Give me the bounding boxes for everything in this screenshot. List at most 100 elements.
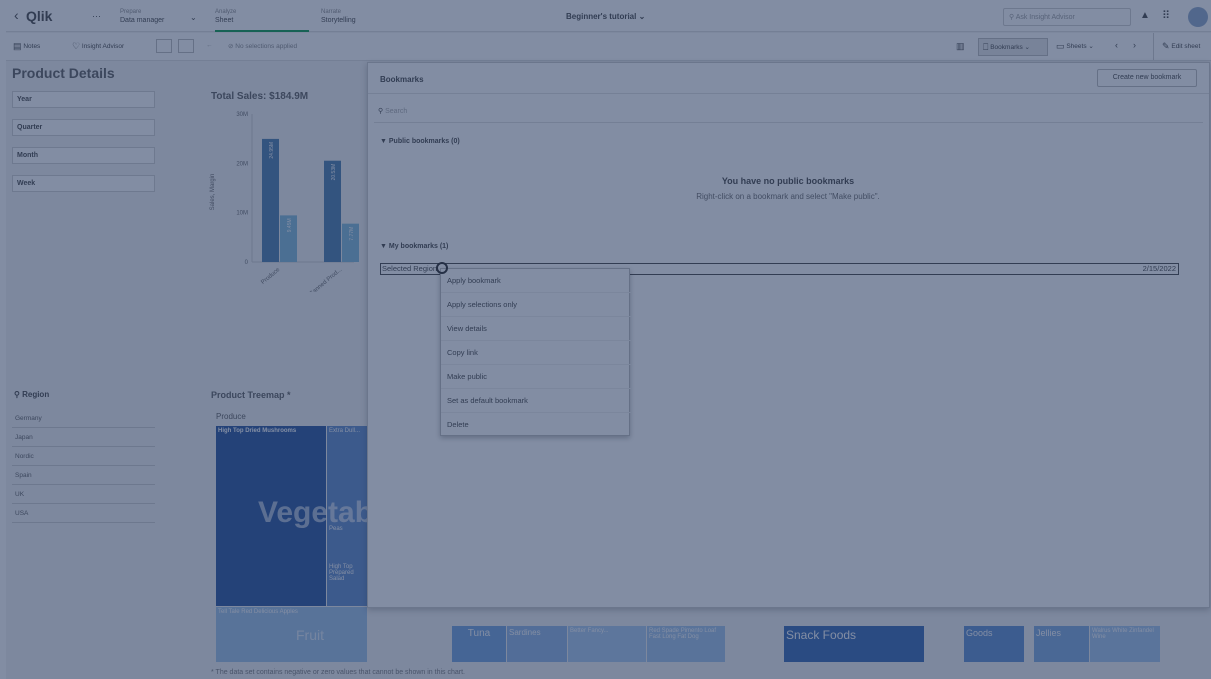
- insight-search-input[interactable]: ⚲ Ask Insight Advisor: [1003, 8, 1131, 26]
- filter-week[interactable]: Week: [12, 175, 155, 192]
- bookmark-name: Selected Region: [382, 264, 438, 273]
- bookmarks-label: Bookmarks: [990, 44, 1023, 52]
- empty-description: Right-click on a bookmark and select "Ma…: [696, 192, 880, 201]
- treemap-cell[interactable]: Tuna: [452, 626, 506, 662]
- back-icon[interactable]: ‹: [14, 7, 19, 23]
- search-icon: ⚲: [14, 390, 23, 399]
- y-tick-label: 30M: [236, 112, 248, 118]
- tab-analyze[interactable]: Analyze Sheet: [215, 8, 309, 32]
- qlik-app: ‹ Qlik ··· Prepare Data manager ⌄ Analyz…: [6, 2, 1211, 679]
- menu-item-make-public[interactable]: Make public: [441, 365, 631, 389]
- toolbar: ▤ Notes ♡ Insight Advisor ← ⊘ No selecti…: [6, 33, 1211, 61]
- more-icon[interactable]: ···: [92, 11, 101, 21]
- treemap-header: Produce: [216, 412, 246, 421]
- notifications-icon[interactable]: ▲: [1140, 10, 1150, 21]
- list-item[interactable]: UK: [12, 485, 155, 504]
- chevron-down-icon[interactable]: ⌄: [190, 13, 197, 22]
- menu-item-apply-selections-only[interactable]: Apply selections only: [441, 293, 631, 317]
- insight-advisor-label: Insight Advisor: [81, 43, 125, 51]
- caret-down-icon: ▼: [380, 138, 389, 145]
- treemap-cell[interactable]: Walrus White Zinfandel Wine: [1090, 626, 1160, 662]
- my-bookmarks-header[interactable]: ▼ My bookmarks (1): [380, 243, 448, 250]
- bookmarks-panel-title: Bookmarks: [380, 75, 424, 84]
- bookmark-search-input[interactable]: ⚲ Search: [374, 101, 1203, 123]
- search-placeholder: Ask Insight Advisor: [1015, 14, 1075, 21]
- chart-footnote: * The data set contains negative or zero…: [211, 669, 465, 676]
- data-icon[interactable]: ▥: [956, 41, 965, 52]
- x-tick-label: Produce: [260, 267, 281, 286]
- bookmark-context-menu: Apply bookmark Apply selections only Vie…: [440, 268, 631, 437]
- tab-prepare[interactable]: Prepare Data manager: [120, 8, 164, 25]
- app-title-text: Beginner's tutorial: [566, 12, 637, 21]
- selections-tool-icon[interactable]: [178, 39, 194, 53]
- chevron-down-icon: ⌄: [1024, 44, 1030, 52]
- step-back-icon[interactable]: ←: [206, 42, 213, 49]
- no-selections-text: ⊘ No selections applied: [228, 43, 298, 50]
- insight-advisor-button[interactable]: ♡ Insight Advisor: [72, 42, 124, 51]
- caret-down-icon: ▼: [380, 243, 389, 250]
- menu-item-delete[interactable]: Delete: [441, 413, 631, 437]
- bookmarks-button[interactable]: ⎕ Bookmarks ⌄: [978, 38, 1048, 56]
- treemap-cell[interactable]: Sardines: [507, 626, 567, 662]
- x-tick-label: Canned Prod...: [309, 267, 344, 292]
- y-tick-label: 10M: [236, 211, 248, 217]
- treemap-cell[interactable]: Better Fancy...: [568, 626, 646, 662]
- menu-item-copy-link[interactable]: Copy link: [441, 341, 631, 365]
- treemap-cell[interactable]: Red Spade Pimento Loaf Fast Long Fat Dog: [647, 626, 725, 662]
- region-filter-title[interactable]: ⚲ Region: [14, 390, 49, 399]
- app-title[interactable]: Beginner's tutorial ⌄: [566, 12, 645, 21]
- treemap-cell[interactable]: Tell Tale Red Delicious Apples Fruit: [216, 607, 367, 662]
- divider: [368, 93, 1209, 94]
- treemap-title: Product Treemap *: [211, 390, 291, 400]
- notes-label: Notes: [23, 43, 41, 51]
- sheets-icon: ▭: [1056, 41, 1065, 51]
- cursor-icon: [436, 262, 448, 274]
- empty-title: You have no public bookmarks: [721, 176, 855, 186]
- chevron-down-icon: ⌄: [1088, 43, 1094, 51]
- sheets-button[interactable]: ▭ Sheets ⌄: [1056, 42, 1094, 51]
- menu-item-apply-bookmark[interactable]: Apply bookmark: [441, 269, 631, 293]
- data-label: 9.45M: [287, 218, 293, 232]
- sheets-label: Sheets: [1066, 43, 1087, 51]
- qlik-logo[interactable]: Qlik: [26, 8, 52, 24]
- notes-icon: ▤: [13, 41, 22, 51]
- data-label: 24.95M: [269, 142, 275, 159]
- bar-chart[interactable]: 0 10M 20M 30M Sales, Margin 24.95M 9.45M Produc…: [204, 102, 364, 292]
- y-axis-label: Sales, Margin: [210, 174, 216, 211]
- data-label: 7.77M: [349, 227, 355, 241]
- insight-advisor-icon: ♡: [72, 41, 81, 51]
- smart-search-icon[interactable]: [156, 39, 172, 53]
- pencil-icon: ✎: [1162, 41, 1170, 51]
- treemap-cell[interactable]: Jellies: [1034, 626, 1089, 662]
- list-item[interactable]: Japan: [12, 428, 155, 447]
- data-label: 20.53M: [331, 164, 337, 181]
- treemap-cell[interactable]: Snack Foods: [784, 626, 924, 662]
- treemap-cell[interactable]: Goods: [964, 626, 1024, 662]
- edit-sheet-button[interactable]: ✎ Edit sheet: [1153, 33, 1211, 60]
- bookmark-icon: ⎕: [983, 42, 989, 52]
- y-tick-label: 20M: [236, 161, 248, 167]
- menu-item-view-details[interactable]: View details: [441, 317, 631, 341]
- filter-month[interactable]: Month: [12, 147, 155, 164]
- menu-item-set-default[interactable]: Set as default bookmark: [441, 389, 631, 413]
- bookmark-date: 2/15/2022: [1142, 264, 1176, 273]
- list-item[interactable]: USA: [12, 504, 155, 523]
- filter-quarter[interactable]: Quarter: [12, 119, 155, 136]
- chart-title: Total Sales: $184.9M: [211, 91, 309, 102]
- filter-year[interactable]: Year: [12, 91, 155, 108]
- tab-narrate[interactable]: Narrate Storytelling: [321, 8, 356, 25]
- chevron-down-icon: ⌄: [638, 12, 646, 21]
- create-bookmark-button[interactable]: Create new bookmark: [1097, 69, 1197, 87]
- public-bookmarks-header[interactable]: ▼ Public bookmarks (0): [380, 138, 460, 145]
- list-item[interactable]: Spain: [12, 466, 155, 485]
- list-item[interactable]: Germany: [12, 409, 155, 428]
- avatar[interactable]: [1188, 7, 1208, 27]
- previous-sheet-icon[interactable]: ‹: [1115, 40, 1118, 50]
- list-item[interactable]: Nordic: [12, 447, 155, 466]
- next-sheet-icon[interactable]: ›: [1133, 40, 1136, 50]
- search-icon: ⚲: [1009, 14, 1016, 21]
- page-title: Product Details: [12, 65, 115, 81]
- apps-grid-icon[interactable]: ⠿: [1162, 9, 1170, 22]
- notes-button[interactable]: ▤ Notes: [13, 42, 40, 51]
- edit-sheet-label: Edit sheet: [1171, 43, 1201, 51]
